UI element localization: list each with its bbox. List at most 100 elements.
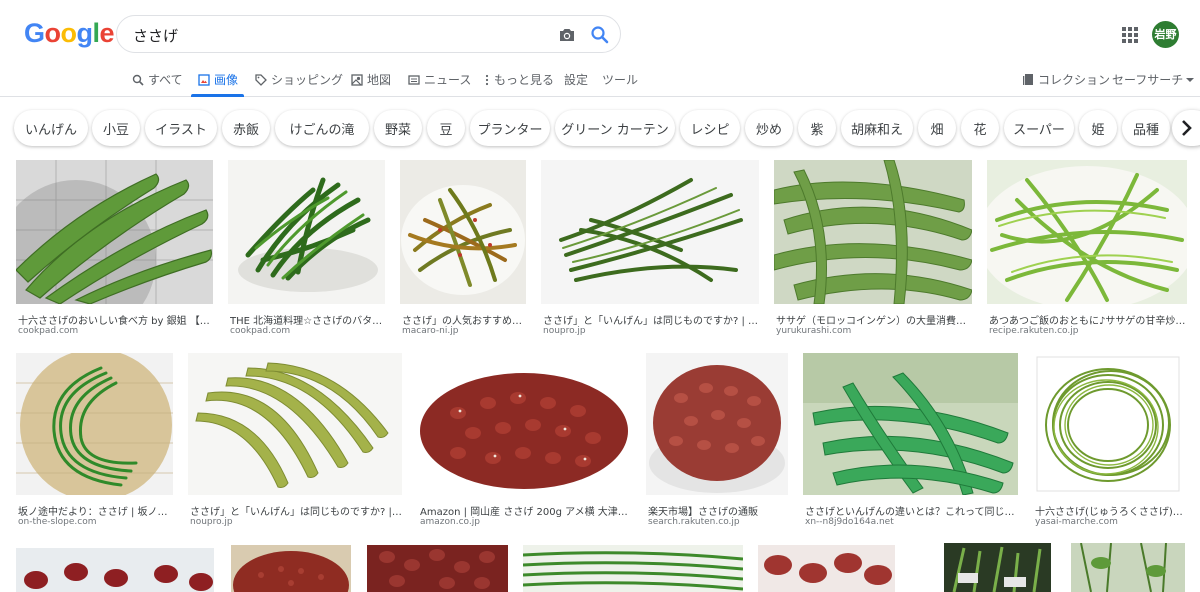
chip[interactable]: 品種 <box>1122 110 1170 146</box>
chip[interactable]: 紫 <box>798 110 836 146</box>
result-thumbnail[interactable] <box>16 353 173 495</box>
result-thumbnail[interactable] <box>774 160 972 304</box>
settings-link[interactable]: 設定 <box>564 71 588 88</box>
result-thumbnail[interactable] <box>228 160 385 304</box>
map-icon <box>351 73 363 86</box>
result-title[interactable]: ささげといんげんの違いとは？これって同じ… <box>805 503 1018 518</box>
chip[interactable]: プランター <box>470 110 550 146</box>
image-result[interactable]: Amazon | 岡山産 ささげ 200g アメ横 大津屋 … amazon.c… <box>418 353 631 533</box>
search-icon <box>132 74 144 86</box>
camera-icon[interactable] <box>557 25 577 45</box>
tab-news[interactable]: ニュース <box>408 71 471 88</box>
image-result[interactable]: ささげ」と「いんげん」は同じものですか? | … noupro.jp <box>541 160 759 340</box>
result-thumbnail[interactable] <box>758 545 895 592</box>
chip[interactable]: 小豆 <box>92 110 140 146</box>
result-title[interactable]: THE 北海道料理☆ささげのバター… <box>230 312 385 327</box>
result-thumbnail[interactable] <box>1071 543 1185 592</box>
collections-link[interactable]: コレクション <box>1023 71 1110 88</box>
image-result[interactable]: 坂ノ途中だより：ささげ | 坂ノ… on-the-slope.com <box>16 353 173 533</box>
chip[interactable]: 花 <box>961 110 999 146</box>
image-result[interactable]: ささげ」の人気おすすめ… macaro-ni.jp <box>400 160 526 340</box>
result-source: macaro-ni.jp <box>402 326 459 336</box>
image-result[interactable]: ささげ」と「いんげん」は同じものですか? | … noupro.jp <box>188 353 402 533</box>
result-title[interactable]: ささげ」と「いんげん」は同じものですか? | … <box>543 312 759 327</box>
result-source: cookpad.com <box>230 326 291 336</box>
tools-link[interactable]: ツール <box>602 71 638 88</box>
image-result[interactable]: THE 北海道料理☆ささげのバター… cookpad.com <box>228 160 385 340</box>
result-thumbnail[interactable] <box>367 545 508 592</box>
result-title[interactable]: Amazon | 岡山産 ささげ 200g アメ横 大津屋 … <box>420 503 631 518</box>
chip[interactable]: 炒め <box>745 110 793 146</box>
chip[interactable]: スーパー <box>1004 110 1074 146</box>
tab-images[interactable]: 画像 <box>198 71 238 88</box>
safesearch-label: セーフサーチ <box>1112 73 1184 87</box>
image-icon <box>198 73 210 86</box>
chip[interactable]: グリーン カーテン <box>555 110 675 146</box>
tab-more[interactable]: もっと見る <box>484 71 554 88</box>
tab-shopping[interactable]: ショッピング <box>255 71 343 88</box>
result-thumbnail[interactable] <box>1033 353 1183 495</box>
image-result[interactable]: 十六ささげ(じゅうろくささげ)… yasai-marche.com <box>1033 353 1183 533</box>
result-thumbnail[interactable] <box>803 353 1018 495</box>
tools-label: ツール <box>602 73 639 87</box>
result-source: recipe.rakuten.co.jp <box>989 326 1079 336</box>
chip[interactable]: 畑 <box>918 110 956 146</box>
result-thumbnail[interactable] <box>231 545 351 592</box>
header: Google 岩野 すべて 画像 ショ <box>0 0 1200 97</box>
result-thumbnail[interactable] <box>16 160 213 304</box>
result-title[interactable]: あつあつご飯のおともに♪ササゲの甘辛炒… <box>989 312 1187 327</box>
tab-more-label: もっと見る <box>494 73 555 87</box>
safesearch-dropdown[interactable]: セーフサーチ <box>1112 71 1198 88</box>
tab-maps[interactable]: 地図 <box>351 71 391 88</box>
apps-grid-icon[interactable] <box>1122 27 1138 43</box>
result-title[interactable]: ササゲ（モロッコインゲン）の大量消費… <box>776 312 972 327</box>
result-title[interactable]: 十六ささげのおいしい食べ方 by 銀姐 【… <box>18 312 213 327</box>
result-thumbnail[interactable] <box>541 160 759 304</box>
chips-next-button[interactable] <box>1172 110 1200 146</box>
result-title[interactable]: ささげ」の人気おすすめ… <box>402 312 526 327</box>
image-result[interactable]: 楽天市場】ささげの通販 search.rakuten.co.jp <box>646 353 788 533</box>
chip[interactable]: 豆 <box>427 110 465 146</box>
result-source: yurukurashi.com <box>776 326 852 336</box>
chip[interactable]: けごんの滝 <box>275 110 369 146</box>
collections-label: コレクション <box>1038 73 1111 87</box>
result-source: cookpad.com <box>18 326 79 336</box>
settings-label: 設定 <box>564 73 589 87</box>
avatar[interactable]: 岩野 <box>1152 21 1179 48</box>
search-icon[interactable] <box>589 24 611 46</box>
image-result[interactable]: ササゲ（モロッコインゲン）の大量消費… yurukurashi.com <box>774 160 972 340</box>
news-icon <box>408 74 420 85</box>
more-vert-icon <box>485 74 489 85</box>
result-thumbnail[interactable] <box>523 545 743 592</box>
chip[interactable]: 赤飯 <box>222 110 270 146</box>
result-thumbnail[interactable] <box>16 548 214 592</box>
search-input[interactable] <box>133 24 533 46</box>
result-title[interactable]: 十六ささげ(じゅうろくささげ)… <box>1035 503 1183 518</box>
chip[interactable]: 胡麻和え <box>841 110 913 146</box>
image-result[interactable]: あつあつご飯のおともに♪ササゲの甘辛炒… recipe.rakuten.co.j… <box>987 160 1187 340</box>
tab-images-label: 画像 <box>214 73 239 87</box>
image-result[interactable]: ささげといんげんの違いとは？これって同じ… xn--n8j9do164a.net <box>803 353 1018 533</box>
tab-all[interactable]: すべて <box>132 71 183 88</box>
result-thumbnail[interactable] <box>188 353 402 495</box>
result-thumbnail[interactable] <box>646 353 788 495</box>
result-title[interactable]: 楽天市場】ささげの通販 <box>648 503 788 518</box>
result-thumbnail[interactable] <box>418 353 631 495</box>
result-source: search.rakuten.co.jp <box>648 517 740 527</box>
search-box[interactable] <box>116 15 621 53</box>
chip[interactable]: いんげん <box>14 110 88 146</box>
result-title[interactable]: ささげ」と「いんげん」は同じものですか? | … <box>190 503 402 518</box>
google-logo[interactable]: Google <box>24 18 115 49</box>
result-thumbnail[interactable] <box>987 160 1187 304</box>
result-thumbnail[interactable] <box>944 543 1051 592</box>
chip[interactable]: レシピ <box>680 110 740 146</box>
image-result[interactable]: 十六ささげのおいしい食べ方 by 銀姐 【… cookpad.com <box>16 160 213 340</box>
tab-news-label: ニュース <box>424 73 472 87</box>
result-thumbnail[interactable] <box>400 160 526 304</box>
chip[interactable]: イラスト <box>145 110 217 146</box>
result-title[interactable]: 坂ノ途中だより：ささげ | 坂ノ… <box>18 503 173 518</box>
tag-icon <box>255 73 267 86</box>
active-tab-indicator <box>191 94 244 97</box>
chip[interactable]: 姫 <box>1079 110 1117 146</box>
chip[interactable]: 野菜 <box>374 110 422 146</box>
